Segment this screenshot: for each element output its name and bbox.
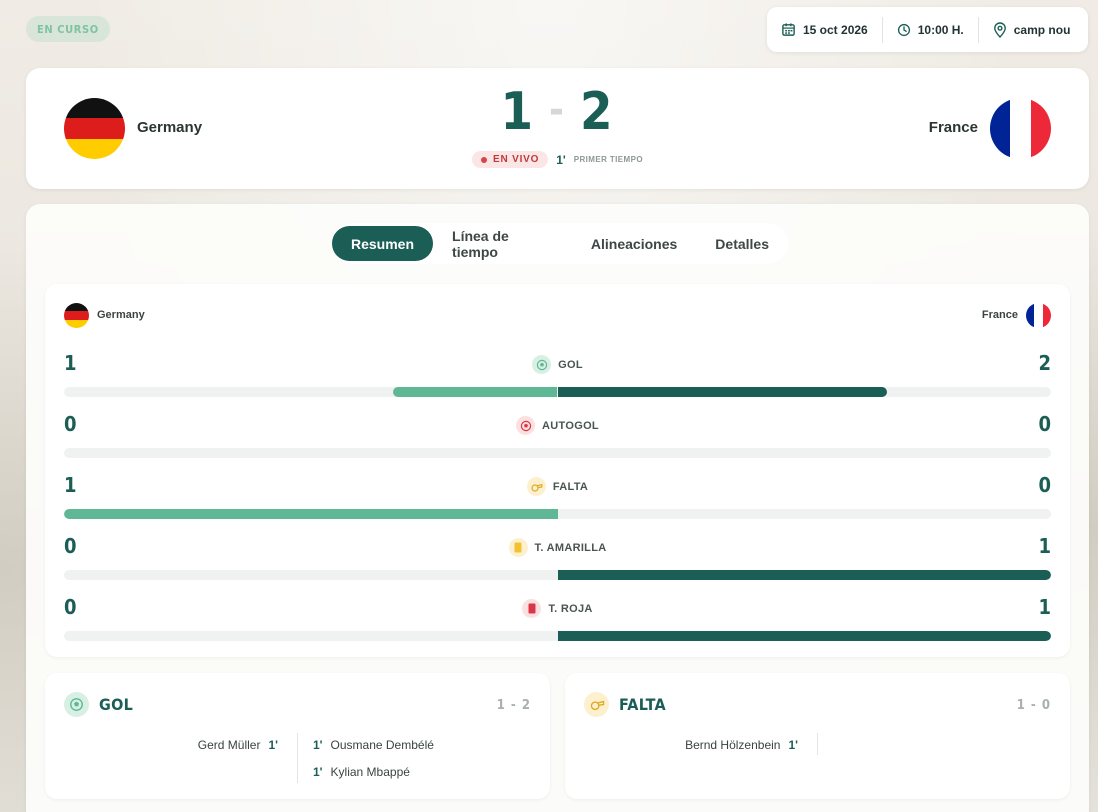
stat-label-text: GOL	[558, 358, 583, 371]
tab-alineaciones[interactable]: Alineaciones	[572, 226, 696, 261]
tab-detalles[interactable]: Detalles	[696, 226, 788, 261]
live-label: EN VIVO	[493, 154, 540, 165]
goal-entry-home: Gerd Müller 1'	[198, 731, 278, 758]
stats-home-team-name: Germany	[97, 309, 145, 321]
stat-label: T. ROJA	[64, 599, 1051, 618]
goals-event-header: GOL	[64, 692, 133, 717]
yellow-card-icon	[508, 538, 528, 557]
own-goal-ball-icon	[516, 416, 536, 435]
stat-label: T. AMARILLA	[64, 538, 1051, 557]
calendar-icon	[782, 23, 795, 36]
goal-minute: 1'	[313, 764, 323, 779]
stat-row-tarjeta-amarilla: 0 T. AMARILLA 1	[64, 534, 1051, 584]
stat-label: AUTOGOL	[64, 416, 1051, 435]
goal-entry-away: 1' Kylian Mbappé	[313, 758, 434, 785]
stat-label-text: FALTA	[552, 480, 589, 493]
match-time-text: 10:00 H.	[917, 22, 964, 37]
fouls-event-header: FALTA	[584, 692, 666, 717]
goal-entry-away: 1' Ousmane Dembélé	[313, 731, 434, 758]
stats-comparison-card: Germany France 1 GOL 2 0 AUTOGOL 0 1 FAL…	[45, 284, 1070, 657]
germany-flag-icon	[64, 303, 89, 328]
foul-player-name: Bernd Hölzenbein	[685, 737, 781, 752]
stat-bar-away	[557, 570, 1051, 580]
stat-label-text: AUTOGOL	[542, 419, 599, 432]
stat-row-tarjeta-roja: 0 T. ROJA 1	[64, 595, 1051, 645]
fouls-event-card: FALTA 1 - 0 Bernd Hölzenbein 1'	[565, 673, 1070, 799]
away-score: 2	[579, 82, 615, 142]
red-card-icon	[522, 599, 542, 618]
stat-away-value: 0	[1038, 473, 1051, 497]
stat-bar-track	[64, 631, 1051, 641]
match-meta-card: 15 oct 2026 10:00 H. camp nou	[767, 7, 1088, 52]
fouls-event-title: FALTA	[619, 695, 666, 714]
stat-bar-track	[64, 387, 1051, 397]
match-status-badge: EN CURSO	[26, 16, 110, 42]
stat-away-value: 2	[1038, 351, 1051, 375]
match-minute: 1'	[556, 152, 566, 167]
stat-bar-track	[64, 509, 1051, 519]
stat-label-text: T. ROJA	[548, 602, 593, 615]
stat-label-text: T. AMARILLA	[534, 541, 607, 554]
match-venue-text: camp nou	[1013, 22, 1071, 37]
match-tabs: Resumen Línea de tiempo Alineaciones Det…	[332, 223, 788, 264]
stat-row-gol: 1 GOL 2	[64, 351, 1051, 401]
score-separator: -	[549, 87, 566, 133]
stat-label: GOL	[64, 355, 1051, 374]
goals-event-score: 1 - 2	[496, 698, 531, 713]
match-period: PRIMER TIEMPO	[573, 155, 643, 164]
goals-column-divider	[297, 733, 298, 783]
goals-away-column: 1' Ousmane Dembélé 1' Kylian Mbappé	[313, 731, 434, 785]
goal-player-name: Kylian Mbappé	[330, 764, 410, 779]
stats-away-team-name: France	[981, 309, 1018, 321]
foul-minute: 1'	[788, 737, 798, 752]
goals-event-card: GOL 1 - 2 Gerd Müller 1' 1' Ousmane Demb…	[45, 673, 550, 799]
match-time: 10:00 H.	[881, 16, 978, 43]
stat-bar-home	[64, 509, 558, 519]
match-venue: camp nou	[977, 16, 1085, 43]
france-flag-icon	[990, 98, 1051, 159]
stat-row-falta: 1 FALTA 0	[64, 473, 1051, 523]
goal-minute: 1'	[313, 737, 323, 752]
match-date-text: 15 oct 2026	[803, 22, 868, 37]
stat-bar-home	[393, 387, 558, 397]
stat-away-value: 0	[1038, 412, 1051, 436]
location-pin-icon	[993, 21, 1006, 38]
live-status-row: EN VIVO 1' PRIMER TIEMPO	[26, 151, 1089, 168]
scoreboard-card: Germany 1-2 EN VIVO 1' PRIMER TIEMPO Fra…	[26, 68, 1089, 189]
goal-player-name: Gerd Müller	[197, 737, 261, 752]
stat-bar-track	[64, 448, 1051, 458]
live-badge: EN VIVO	[472, 151, 549, 168]
home-score: 1	[500, 82, 536, 142]
goals-home-column: Gerd Müller 1'	[198, 731, 278, 758]
stat-row-autogol: 0 AUTOGOL 0	[64, 412, 1051, 462]
match-status-label: EN CURSO	[37, 22, 99, 36]
stat-bar-away	[557, 631, 1051, 641]
live-dot-icon	[481, 156, 488, 163]
fouls-home-column: Bernd Hölzenbein 1'	[685, 731, 798, 758]
goal-player-name: Ousmane Dembélé	[330, 737, 434, 752]
tab-linea-de-tiempo[interactable]: Línea de tiempo	[433, 226, 572, 261]
fouls-event-score: 1 - 0	[1016, 698, 1051, 713]
clock-icon	[897, 23, 910, 36]
goal-minute: 1'	[268, 737, 278, 752]
france-flag-icon	[1026, 303, 1051, 328]
whistle-icon	[526, 477, 546, 496]
ball-icon	[64, 692, 89, 717]
stat-bar-track	[64, 570, 1051, 580]
tab-resumen[interactable]: Resumen	[332, 226, 434, 261]
fouls-column-divider	[817, 733, 818, 755]
stat-away-value: 1	[1038, 534, 1051, 558]
goals-event-title: GOL	[99, 695, 134, 714]
foul-entry-home: Bernd Hölzenbein 1'	[685, 731, 798, 758]
away-team-name[interactable]: France	[929, 119, 978, 136]
whistle-icon	[584, 692, 609, 717]
match-content-card: Resumen Línea de tiempo Alineaciones Det…	[26, 204, 1089, 812]
stat-away-value: 1	[1038, 595, 1051, 619]
match-date: 15 oct 2026	[767, 17, 882, 43]
stat-label: FALTA	[64, 477, 1051, 496]
ball-icon	[532, 355, 552, 374]
stat-bar-away	[557, 387, 887, 397]
